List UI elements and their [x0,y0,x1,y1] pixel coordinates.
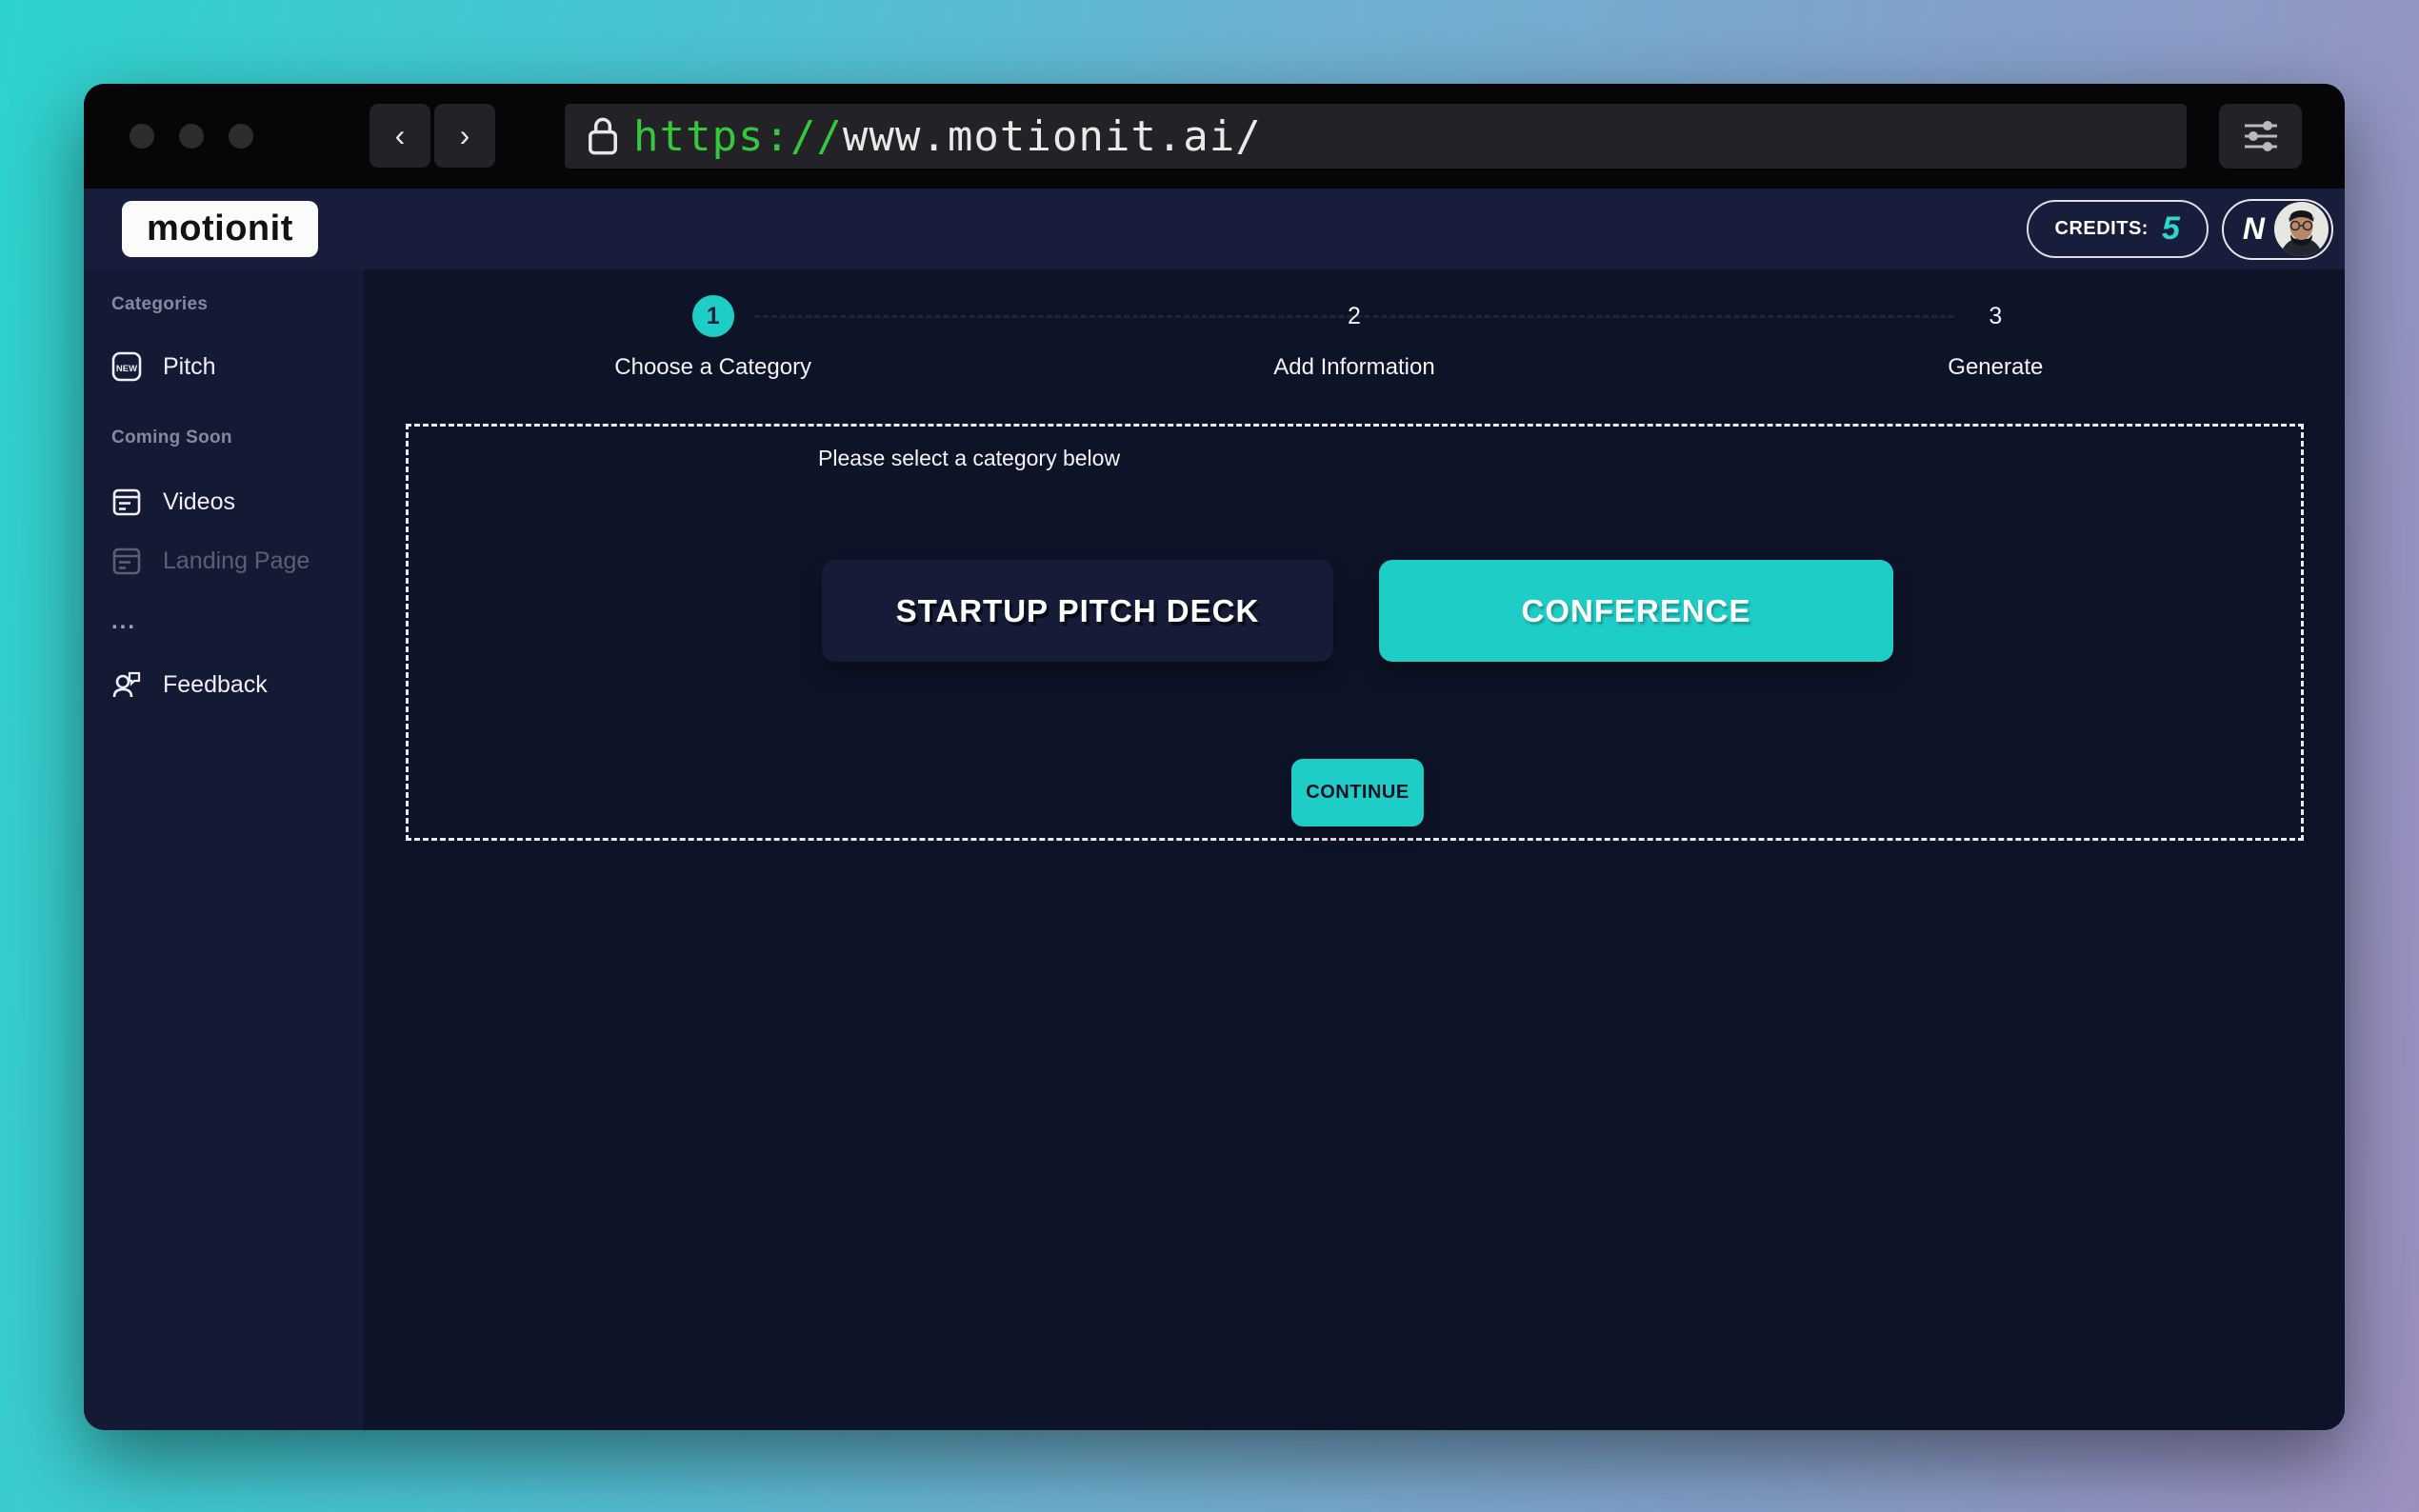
step-label: Choose a Category [614,354,811,381]
new-badge-icon: NEW [111,351,142,382]
lock-icon [586,115,620,157]
credits-label: CREDITS: [2055,218,2149,240]
sidebar-item-landing-page[interactable]: Landing Page [111,546,364,576]
url-bar[interactable]: https://www.motionit.ai/ [565,104,2187,169]
url-text: https://www.motionit.ai/ [633,112,1262,161]
sidebar-item-label: Pitch [163,353,216,381]
landing-page-icon [111,546,142,576]
window-minimize-button[interactable] [179,124,204,149]
step-label: Add Information [1273,354,1434,381]
url-host: www.motionit.ai/ [843,112,1262,161]
stepper: 1 Choose a Category 2 Add Information 3 … [392,295,2316,381]
sidebar: Categories NEW Pitch Coming Soon [84,269,364,1430]
main-content: 1 Choose a Category 2 Add Information 3 … [364,269,2345,1430]
step-label: Generate [1948,354,2043,381]
browser-chrome: ‹ › https://www.motionit.ai/ [84,84,2345,189]
app-body: Categories NEW Pitch Coming Soon [84,269,2345,1430]
category-selection-panel: Please select a category below STARTUP P… [406,424,2304,841]
back-button[interactable]: ‹ [370,104,430,168]
step-number: 3 [1974,295,2016,337]
credits-value: 5 [2162,210,2180,248]
category-startup-pitch-deck-button[interactable]: STARTUP PITCH DECK [822,560,1333,662]
forward-button[interactable]: › [434,104,495,168]
browser-window: ‹ › https://www.motionit.ai/ [84,84,2345,1430]
category-conference-button[interactable]: CONFERENCE [1379,560,1893,662]
continue-button[interactable]: CONTINUE [1291,759,1424,826]
forward-icon: › [460,118,470,153]
app-header: motionit CREDITS: 5 N [84,189,2345,269]
profile-button[interactable]: N [2222,199,2333,260]
videos-icon [111,487,142,517]
window-close-button[interactable] [130,124,154,149]
avatar [2274,202,2329,256]
step-generate[interactable]: 3 Generate [1675,295,2316,381]
sliders-icon [2239,117,2283,155]
sidebar-item-label: Landing Page [163,547,310,575]
sidebar-heading-coming-soon: Coming Soon [111,428,364,448]
step-number-active: 1 [692,295,734,337]
window-maximize-button[interactable] [229,124,253,149]
sidebar-heading-categories: Categories [111,294,364,315]
url-scheme: https:// [633,112,843,161]
sidebar-item-label: Videos [163,488,235,516]
logo[interactable]: motionit [122,201,318,257]
sidebar-ellipsis: ... [111,608,364,635]
window-controls [130,124,253,149]
sidebar-item-pitch[interactable]: NEW Pitch [111,351,364,382]
profile-initial: N [2243,211,2265,247]
credits-badge[interactable]: CREDITS: 5 [2027,200,2209,258]
step-choose-category[interactable]: 1 Choose a Category [392,295,1033,381]
browser-settings-button[interactable] [2219,104,2302,169]
step-add-information[interactable]: 2 Add Information [1033,295,1674,381]
category-prompt: Please select a category below [818,446,1120,471]
nav-buttons: ‹ › [370,104,495,168]
sidebar-item-label: Feedback [163,671,268,699]
feedback-icon [111,669,142,700]
step-number: 2 [1333,295,1375,337]
back-icon: ‹ [395,118,406,153]
sidebar-item-videos[interactable]: Videos [111,487,364,517]
svg-text:NEW: NEW [116,364,137,374]
sidebar-item-feedback[interactable]: Feedback [111,669,364,700]
